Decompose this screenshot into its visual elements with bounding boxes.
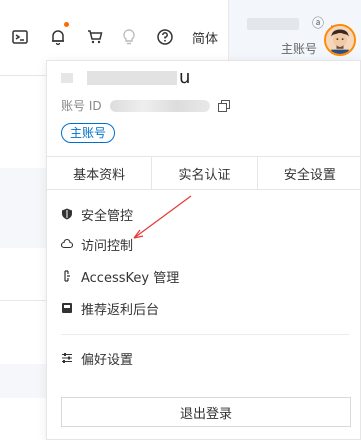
key-icon [61,270,73,282]
language-switch[interactable]: 简体 [192,28,218,47]
account-tabs: 基本资料 实名认证 安全设置 [47,156,361,190]
account-id-redacted [109,99,210,112]
cloud-icon [61,238,73,250]
menu-item-label: AccessKey 管理 [81,270,180,286]
account-dropdown-panel: u 账号 ID 主账号 基本资料 实名认证 安全设置 安全管控 访问控制 Acc… [46,60,361,440]
menu-item-label: 访问控制 [81,238,134,254]
account-role-label: 主账号 [281,42,318,56]
role-tag: 主账号 [61,123,116,143]
menu-item-accesskey[interactable]: AccessKey 管理 [61,265,179,287]
gift-icon [61,302,73,314]
background-panel-bottom [0,364,46,398]
menu-item-security-control[interactable]: 安全管控 [61,203,133,225]
tab-basic-info[interactable]: 基本资料 [47,157,153,189]
bell-icon[interactable] [48,27,68,47]
menu-item-referral[interactable]: 推荐返利后台 [61,297,159,319]
user-name-redacted [61,73,73,83]
user-name-redacted [87,71,177,85]
user-name: u [179,67,191,88]
menu-item-preferences[interactable]: 偏好设置 [61,347,133,369]
copy-icon[interactable] [217,99,230,112]
tab-real-name[interactable]: 实名认证 [152,157,258,189]
sliders-icon [61,352,73,364]
logout-button[interactable]: 退出登录 [61,397,351,427]
avatar[interactable] [324,24,356,56]
menu-item-access-control[interactable]: 访问控制 [61,233,133,255]
account-id-row: 账号 ID [61,97,230,114]
tab-security-settings[interactable]: 安全设置 [258,157,361,189]
cart-icon[interactable] [85,27,105,47]
menu-item-label: 偏好设置 [81,352,134,368]
account-name-redacted [247,18,299,30]
menu-item-label: 推荐返利后台 [81,302,160,318]
notification-badge [64,22,69,27]
account-id-label: 账号 ID [61,99,102,113]
shield-icon [61,208,73,220]
terminal-icon[interactable] [10,27,30,47]
help-icon[interactable] [155,27,175,47]
lightbulb-icon[interactable] [119,27,139,47]
background-divider [0,300,46,301]
background-panel-top [0,168,46,248]
menu-item-label: 安全管控 [81,208,134,224]
menu-divider [61,334,349,335]
